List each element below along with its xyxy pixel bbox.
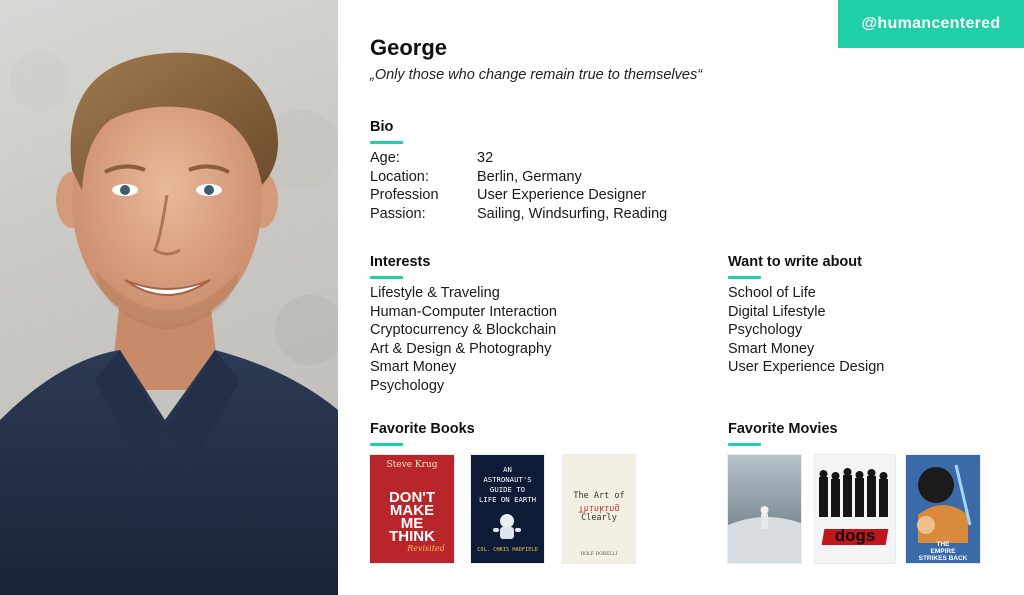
list-item: Psychology xyxy=(370,377,445,394)
bio-key: Profession xyxy=(370,187,439,204)
bio-value: User Experience Designer xyxy=(477,187,647,204)
movie-poster-empire-strikes-back[interactable]: THE EMPIRE STRIKES BACK xyxy=(906,455,980,563)
book-tag: Revisited xyxy=(407,544,445,553)
bio-row-passion: Passion: Sailing, Windsurfing, Reading xyxy=(370,205,667,224)
movie-poster-reservoir-dogs[interactable]: dogs xyxy=(815,455,895,563)
write-about-underline xyxy=(728,276,761,279)
bio-underline xyxy=(370,141,403,144)
bio-key: Location: xyxy=(370,168,429,185)
movies-underline xyxy=(728,443,761,446)
books-underline xyxy=(370,443,403,446)
movie-title: THE EMPIRE STRIKES BACK xyxy=(906,541,980,562)
book-title-line: LIFE ON EARTH xyxy=(478,495,537,504)
books-heading: Favorite Books xyxy=(370,421,475,437)
portrait-image xyxy=(0,50,338,595)
handle-badge[interactable]: @humancentered xyxy=(838,0,1024,48)
book-title-line: The Art of xyxy=(573,491,625,501)
movie-poster-interstellar[interactable] xyxy=(728,455,801,563)
book-title-line: AN xyxy=(503,465,512,474)
bio-value: Sailing, Windsurfing, Reading xyxy=(477,206,668,223)
bio-row-profession: Profession User Experience Designer xyxy=(370,186,667,205)
movie-title-line: STRIKES BACK xyxy=(918,555,968,562)
profile-photo xyxy=(0,0,338,595)
list-item: User Experience Design xyxy=(728,359,885,376)
book-cover-astronauts-guide[interactable]: AN ASTRONAUT'S GUIDE TO LIFE ON EARTH CO… xyxy=(471,455,544,563)
bio-row-location: Location: Berlin, Germany xyxy=(370,168,667,187)
interests-heading: Interests xyxy=(370,254,431,270)
persona-name: George xyxy=(370,35,448,60)
bio-value: Berlin, Germany xyxy=(477,168,582,185)
interstellar-poster-art xyxy=(728,455,801,563)
bio-value: 32 xyxy=(477,150,494,166)
list-item: Lifestyle & Traveling xyxy=(370,285,500,301)
book-title-line: ASTRONAUT'S xyxy=(483,475,532,484)
book-title-line: GUIDE TO xyxy=(489,485,526,494)
book-title: AN ASTRONAUT'S GUIDE TO LIFE ON EARTH xyxy=(471,465,544,505)
list-item: Smart Money xyxy=(728,340,815,357)
book-title-line: THINK xyxy=(389,528,435,545)
write-about-heading: Want to write about xyxy=(728,254,862,270)
bio-key: Passion: xyxy=(370,206,426,223)
book-title-line: Clearly xyxy=(581,513,617,523)
book-title: DON'T MAKE ME THINK xyxy=(370,490,454,545)
movie-title: dogs xyxy=(834,526,876,545)
bio-heading: Bio xyxy=(370,119,394,135)
bio-row-age: Age: 32 xyxy=(370,149,667,168)
list-item: Art & Design & Photography xyxy=(370,340,552,357)
list-item: Digital Lifestyle xyxy=(728,303,826,320)
book-title-line: Thinking xyxy=(578,503,620,513)
reservoir-dogs-figures xyxy=(819,468,888,517)
list-item: Cryptocurrency & Blockchain xyxy=(370,322,557,339)
list-item: Human-Computer Interaction xyxy=(370,303,557,320)
astronaut-icon xyxy=(493,514,521,539)
book-title: The Art of Thinking Clearly xyxy=(563,491,635,524)
persona-quote: „Only those who change remain true to th… xyxy=(370,67,703,83)
movie-title-line: THE xyxy=(936,541,950,548)
bio-details: Age: 32 Location: Berlin, Germany Profes… xyxy=(370,149,667,224)
book-author: ROLF DOBELLI xyxy=(580,552,618,557)
list-item: Psychology xyxy=(728,322,803,339)
list-item: School of Life xyxy=(728,285,816,301)
interests-list: Lifestyle & Traveling Human-Computer Int… xyxy=(370,284,557,396)
interests-underline xyxy=(370,276,403,279)
book-cover-art-of-thinking-clearly[interactable]: The Art of Thinking Clearly ROLF DOBELLI xyxy=(563,455,635,563)
bio-key: Age: xyxy=(370,150,400,166)
book-author: Steve Krug xyxy=(386,460,438,470)
write-about-list: School of Life Digital Lifestyle Psychol… xyxy=(728,284,884,377)
movies-heading: Favorite Movies xyxy=(728,421,838,437)
book-author: COL. CHRIS HADFIELD xyxy=(477,547,538,553)
movie-title-line: EMPIRE xyxy=(930,548,956,555)
book-cover-dont-make-me-think[interactable]: Steve Krug DON'T MAKE ME THINK Revisited xyxy=(370,455,454,563)
list-item: Smart Money xyxy=(370,359,457,376)
